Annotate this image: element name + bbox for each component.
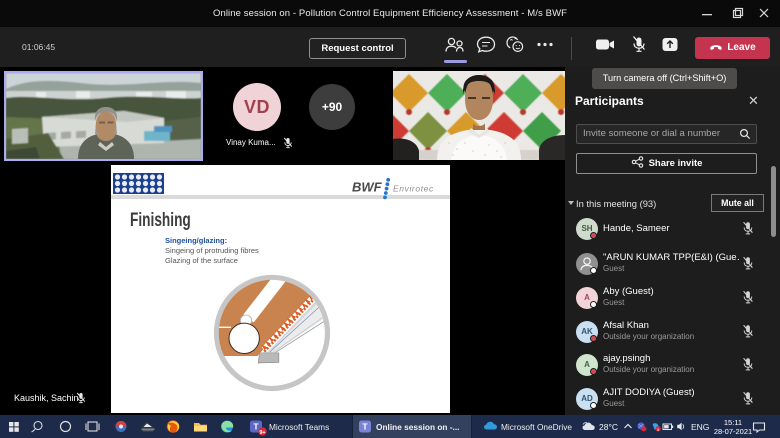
svg-text:BWF: BWF bbox=[352, 180, 383, 195]
svg-text:9+: 9+ bbox=[259, 430, 265, 436]
svg-text:Envirotec: Envirotec bbox=[393, 184, 434, 194]
svg-text:Online session on -...: Online session on -... bbox=[376, 422, 459, 432]
svg-text:28°C: 28°C bbox=[599, 422, 618, 432]
svg-text:Microsoft OneDrive: Microsoft OneDrive bbox=[501, 422, 572, 432]
svg-text:Microsoft Teams: Microsoft Teams bbox=[269, 422, 329, 432]
svg-text:T: T bbox=[362, 422, 368, 432]
